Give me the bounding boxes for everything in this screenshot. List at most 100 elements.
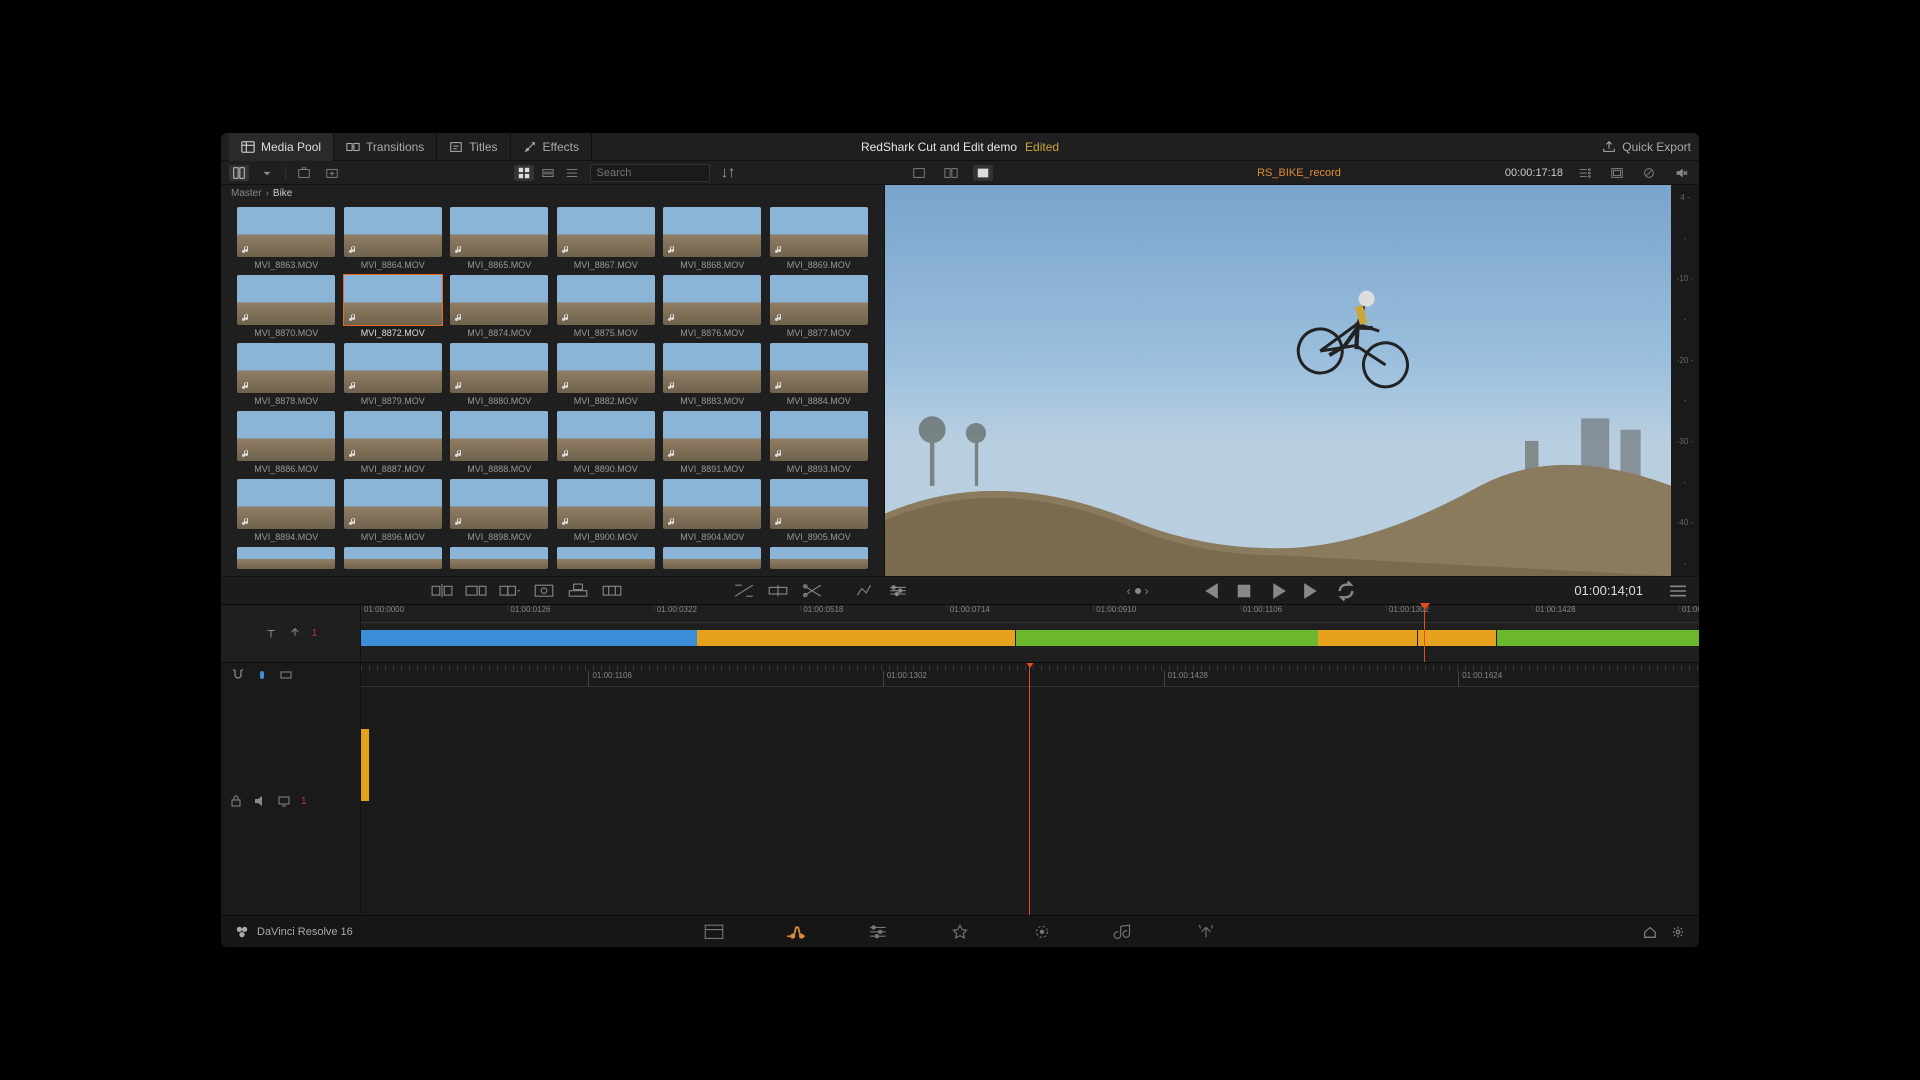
timeline-segment[interactable] <box>1497 630 1699 646</box>
clip-thumbnail[interactable] <box>342 547 445 570</box>
tools-dissolve-button[interactable] <box>733 582 755 600</box>
settings-icon[interactable] <box>1671 925 1685 939</box>
clip-thumbnail[interactable]: MVI_8865.MOV <box>448 207 551 271</box>
close-up-button[interactable] <box>533 582 555 600</box>
page-color[interactable] <box>1031 921 1053 943</box>
clip-thumbnail[interactable]: MVI_8900.MOV <box>555 479 658 543</box>
bypass-button[interactable] <box>1639 165 1659 181</box>
clip-thumbnail[interactable]: MVI_8864.MOV <box>342 207 445 271</box>
breadcrumb[interactable]: Master › Bike <box>221 185 884 201</box>
page-deliver[interactable] <box>1195 921 1217 943</box>
timeline-segment[interactable] <box>1318 630 1417 646</box>
bin-layout-dropdown[interactable] <box>257 165 277 181</box>
snap-icon[interactable] <box>255 668 269 682</box>
page-media[interactable] <box>703 921 725 943</box>
clip-thumbnail[interactable]: MVI_8878.MOV <box>235 343 338 407</box>
lower-clip-track[interactable] <box>361 729 369 801</box>
clip-thumbnail[interactable]: MVI_8876.MOV <box>661 275 764 339</box>
viewer[interactable] <box>885 185 1671 576</box>
timeline-segment[interactable] <box>361 630 697 646</box>
viewer-options-button[interactable] <box>1575 165 1595 181</box>
clip-thumbnail[interactable]: MVI_8872.MOV <box>342 275 445 339</box>
marker-tool-icon[interactable] <box>288 627 302 641</box>
jump-start-button[interactable] <box>1199 582 1221 600</box>
clip-thumbnail[interactable]: MVI_8898.MOV <box>448 479 551 543</box>
lower-timeline[interactable]: 1 01:00:110601:00:130201:00:142801:00:16… <box>221 663 1699 915</box>
boring-detector-button[interactable] <box>853 582 875 600</box>
clip-thumbnail[interactable] <box>555 547 658 570</box>
quick-export-button[interactable]: Quick Export <box>1602 140 1691 154</box>
home-icon[interactable] <box>1643 925 1657 939</box>
clip-thumbnail[interactable]: MVI_8884.MOV <box>768 343 871 407</box>
timeline-segment[interactable] <box>697 630 1015 646</box>
safe-area-button[interactable] <box>1607 165 1627 181</box>
list-view-button[interactable] <box>562 165 582 181</box>
clip-thumbnail[interactable]: MVI_8870.MOV <box>235 275 338 339</box>
monitor-icon[interactable] <box>277 794 291 808</box>
smart-insert-button[interactable] <box>431 582 453 600</box>
clip-thumbnail[interactable]: MVI_8882.MOV <box>555 343 658 407</box>
breadcrumb-root[interactable]: Master <box>231 188 262 199</box>
clip-thumbnail[interactable]: MVI_8887.MOV <box>342 411 445 475</box>
stop-button[interactable] <box>1233 582 1255 600</box>
tab-effects[interactable]: Effects <box>511 133 592 161</box>
upper-track[interactable] <box>361 630 1699 646</box>
page-fusion[interactable] <box>949 921 971 943</box>
upper-timeline[interactable]: 1 01:00:000001:00:012601:00:032201:00:05… <box>221 605 1699 663</box>
tools-cut-button[interactable] <box>801 582 823 600</box>
clip-thumbnail[interactable]: MVI_8874.MOV <box>448 275 551 339</box>
page-fairlight[interactable] <box>1113 921 1135 943</box>
place-on-top-button[interactable] <box>567 582 589 600</box>
clip-thumbnail[interactable] <box>235 547 338 570</box>
lock-icon[interactable] <box>229 794 243 808</box>
clip-thumbnail[interactable]: MVI_8891.MOV <box>661 411 764 475</box>
clip-thumbnail[interactable]: MVI_8886.MOV <box>235 411 338 475</box>
loop-button[interactable] <box>1335 582 1357 600</box>
viewer-mode-timeline[interactable] <box>973 165 993 181</box>
clip-thumbnail[interactable] <box>661 547 764 570</box>
clip-thumbnail[interactable] <box>448 547 551 570</box>
timeline-timecode[interactable]: 01:00:14;01 <box>1574 583 1643 598</box>
timeline-segment[interactable] <box>1418 630 1497 646</box>
clip-thumbnail[interactable]: MVI_8868.MOV <box>661 207 764 271</box>
source-overwrite-button[interactable] <box>601 582 623 600</box>
link-icon[interactable] <box>279 668 293 682</box>
import-media-button[interactable] <box>294 165 314 181</box>
tools-split-button[interactable] <box>767 582 789 600</box>
clip-thumbnail[interactable]: MVI_8867.MOV <box>555 207 658 271</box>
viewer-pager[interactable]: ‹› <box>1127 584 1149 598</box>
clip-thumbnail[interactable]: MVI_8875.MOV <box>555 275 658 339</box>
jump-end-button[interactable] <box>1301 582 1323 600</box>
text-tool-icon[interactable] <box>264 627 278 641</box>
tab-media-pool[interactable]: Media Pool <box>229 133 334 161</box>
clip-thumbnail[interactable]: MVI_8896.MOV <box>342 479 445 543</box>
clip-thumbnail[interactable]: MVI_8905.MOV <box>768 479 871 543</box>
breadcrumb-current[interactable]: Bike <box>273 188 292 199</box>
new-bin-button[interactable] <box>322 165 342 181</box>
thumbnail-view-button[interactable] <box>514 165 534 181</box>
mute-button[interactable] <box>1671 165 1691 181</box>
clip-thumbnail[interactable]: MVI_8880.MOV <box>448 343 551 407</box>
clip-thumbnail[interactable]: MVI_8883.MOV <box>661 343 764 407</box>
speaker-icon[interactable] <box>253 794 267 808</box>
clip-thumbnail[interactable]: MVI_8893.MOV <box>768 411 871 475</box>
clip-thumbnail[interactable]: MVI_8894.MOV <box>235 479 338 543</box>
clip-thumbnail[interactable]: MVI_8877.MOV <box>768 275 871 339</box>
ripple-overwrite-button[interactable] <box>499 582 521 600</box>
strip-view-button[interactable] <box>538 165 558 181</box>
tab-transitions[interactable]: Transitions <box>334 133 437 161</box>
clip-thumbnail[interactable]: MVI_8863.MOV <box>235 207 338 271</box>
magnet-icon[interactable] <box>231 668 245 682</box>
upper-ruler[interactable]: 01:00:000001:00:012601:00:032201:00:0518… <box>361 605 1699 623</box>
tab-titles[interactable]: Titles <box>437 133 510 161</box>
clip-thumbnail[interactable]: MVI_8888.MOV <box>448 411 551 475</box>
page-edit[interactable] <box>867 921 889 943</box>
viewer-mode-source[interactable] <box>909 165 929 181</box>
bin-layout-button[interactable] <box>229 165 249 181</box>
viewer-mode-dual[interactable] <box>941 165 961 181</box>
timeline-options-button[interactable] <box>887 582 909 600</box>
timeline-segment[interactable] <box>1016 630 1318 646</box>
search-input[interactable] <box>590 164 710 182</box>
timeline-clip[interactable] <box>365 729 369 801</box>
clip-thumbnail[interactable]: MVI_8890.MOV <box>555 411 658 475</box>
